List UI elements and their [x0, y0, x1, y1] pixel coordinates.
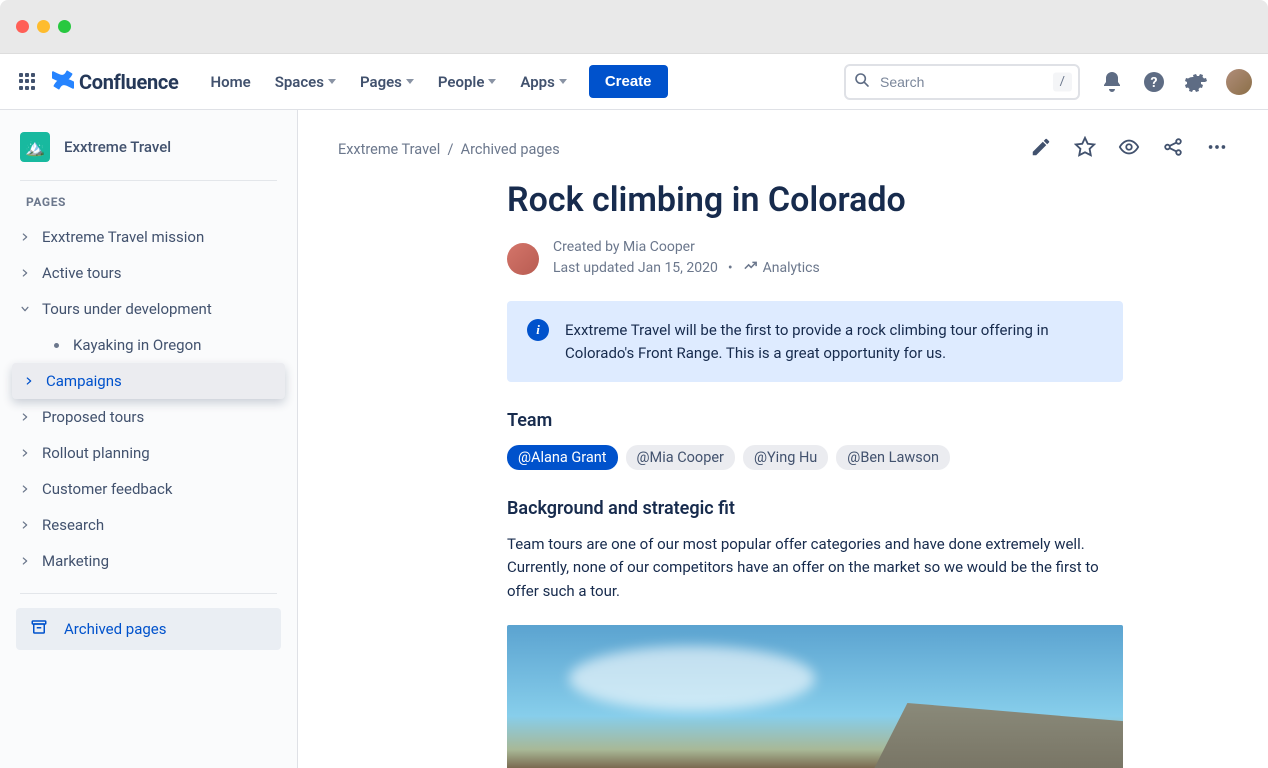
- more-actions-icon[interactable]: [1206, 136, 1228, 162]
- tree-item-label: Research: [42, 516, 104, 534]
- chevron-right-icon[interactable]: [20, 556, 30, 566]
- confluence-mark-icon: [52, 69, 74, 95]
- hero-image: [507, 625, 1123, 768]
- chevron-down-icon: [488, 79, 496, 84]
- page-content: Exxtreme Travel / Archived pages Rock cl…: [298, 110, 1268, 768]
- info-icon: i: [527, 319, 549, 341]
- sidebar-subitem-kayaking-in-oregon[interactable]: Kayaking in Oregon: [8, 327, 289, 363]
- search-shortcut-badge: /: [1053, 72, 1072, 91]
- mention[interactable]: @Ben Lawson: [836, 445, 950, 470]
- tree-item-label: Tours under development: [42, 300, 212, 318]
- info-panel: i Exxtreme Travel will be the first to p…: [507, 301, 1123, 382]
- chevron-right-icon[interactable]: [20, 484, 30, 494]
- tree-item-label: Exxtreme Travel mission: [42, 228, 204, 246]
- analytics-link[interactable]: Analytics: [743, 258, 820, 280]
- chevron-right-icon[interactable]: [24, 376, 34, 386]
- mention[interactable]: @Alana Grant: [507, 445, 618, 470]
- chevron-right-icon[interactable]: [20, 232, 30, 242]
- nav-people[interactable]: People: [428, 67, 507, 97]
- team-mentions: @Alana Grant @Mia Cooper @Ying Hu @Ben Laws…: [507, 445, 1123, 470]
- window-chrome: [0, 0, 1268, 54]
- analytics-label: Analytics: [763, 259, 820, 279]
- breadcrumb-item[interactable]: Archived pages: [461, 141, 560, 158]
- last-updated-text: Last updated Jan 15, 2020: [553, 259, 718, 279]
- sidebar-item-marketing[interactable]: Marketing: [8, 543, 289, 579]
- space-header[interactable]: 🏔️ Exxtreme Travel: [8, 128, 289, 180]
- tree-item-label: Active tours: [42, 264, 121, 282]
- sidebar-item-customer-feedback[interactable]: Customer feedback: [8, 471, 289, 507]
- pages-section-label: PAGES: [8, 195, 289, 219]
- chevron-down-icon: [328, 79, 336, 84]
- primary-nav: HomeSpacesPagesPeopleApps: [200, 67, 576, 97]
- page-title: Rock climbing in Colorado: [507, 180, 1123, 220]
- space-name: Exxtreme Travel: [64, 138, 171, 156]
- team-heading: Team: [507, 410, 1123, 431]
- created-by-text: Created by Mia Cooper: [553, 238, 820, 258]
- app-name: Confluence: [79, 70, 178, 94]
- app-switcher-icon[interactable]: [16, 70, 40, 94]
- search-input[interactable]: [844, 64, 1080, 100]
- share-icon[interactable]: [1162, 136, 1184, 162]
- create-button[interactable]: Create: [589, 65, 668, 98]
- edit-icon[interactable]: [1030, 136, 1052, 162]
- sidebar-item-campaigns[interactable]: Campaigns: [12, 363, 285, 399]
- sidebar-item-research[interactable]: Research: [8, 507, 289, 543]
- tree-item-label: Rollout planning: [42, 444, 150, 462]
- help-icon[interactable]: ?: [1142, 70, 1166, 94]
- tree-item-label: Marketing: [42, 552, 109, 570]
- archived-pages-label: Archived pages: [64, 620, 167, 638]
- tree-item-label: Proposed tours: [42, 408, 144, 426]
- top-actions: ?: [1100, 69, 1252, 95]
- tree-item-label: Customer feedback: [42, 480, 172, 498]
- author-avatar[interactable]: [507, 243, 539, 275]
- mention[interactable]: @Mia Cooper: [626, 445, 735, 470]
- archive-icon: [30, 618, 48, 640]
- watch-icon[interactable]: [1118, 136, 1140, 162]
- nav-spaces[interactable]: Spaces: [265, 67, 346, 97]
- space-icon: 🏔️: [20, 132, 50, 162]
- nav-pages[interactable]: Pages: [350, 67, 424, 97]
- breadcrumb: Exxtreme Travel / Archived pages: [338, 141, 560, 158]
- archived-pages-link[interactable]: Archived pages: [16, 608, 281, 650]
- maximize-window-button[interactable]: [58, 20, 71, 33]
- background-text: Team tours are one of our most popular o…: [507, 533, 1123, 603]
- user-avatar[interactable]: [1226, 69, 1252, 95]
- chevron-right-icon[interactable]: [20, 412, 30, 422]
- analytics-icon: [743, 258, 758, 280]
- sidebar-item-tours-under-development[interactable]: Tours under development: [8, 291, 289, 327]
- sidebar-item-active-tours[interactable]: Active tours: [8, 255, 289, 291]
- chevron-right-icon[interactable]: [20, 520, 30, 530]
- svg-text:?: ?: [1151, 75, 1158, 91]
- page-actions: [1030, 136, 1228, 162]
- close-window-button[interactable]: [16, 20, 29, 33]
- breadcrumb-item[interactable]: Exxtreme Travel: [338, 141, 440, 158]
- page-tree: Exxtreme Travel mission Active tours Tours…: [8, 219, 289, 579]
- background-heading: Background and strategic fit: [507, 498, 1123, 519]
- bullet-icon: [54, 343, 59, 348]
- sidebar-item-proposed-tours[interactable]: Proposed tours: [8, 399, 289, 435]
- sidebar-item-exxtreme-travel-mission[interactable]: Exxtreme Travel mission: [8, 219, 289, 255]
- mention[interactable]: @Ying Hu: [743, 445, 828, 470]
- chevron-down-icon: [406, 79, 414, 84]
- sidebar: 🏔️ Exxtreme Travel PAGES Exxtreme Travel…: [0, 110, 298, 768]
- nav-home[interactable]: Home: [200, 67, 260, 97]
- byline: Created by Mia Cooper Last updated Jan 1…: [507, 238, 1123, 279]
- info-panel-text: Exxtreme Travel will be the first to pro…: [565, 319, 1103, 364]
- confluence-logo[interactable]: Confluence: [52, 69, 178, 95]
- search-icon: [854, 72, 870, 92]
- minimize-window-button[interactable]: [37, 20, 50, 33]
- chevron-right-icon[interactable]: [20, 448, 30, 458]
- nav-apps[interactable]: Apps: [510, 67, 576, 97]
- top-bar: Confluence HomeSpacesPagesPeopleApps Cre…: [0, 54, 1268, 110]
- chevron-right-icon[interactable]: [20, 268, 30, 278]
- chevron-right-icon[interactable]: [20, 304, 30, 314]
- tree-item-label: Campaigns: [46, 372, 122, 390]
- chevron-down-icon: [559, 79, 567, 84]
- settings-icon[interactable]: [1184, 70, 1208, 94]
- search-box: /: [844, 64, 1080, 100]
- tree-subitem-label: Kayaking in Oregon: [73, 336, 201, 354]
- notifications-icon[interactable]: [1100, 70, 1124, 94]
- sidebar-item-rollout-planning[interactable]: Rollout planning: [8, 435, 289, 471]
- star-icon[interactable]: [1074, 136, 1096, 162]
